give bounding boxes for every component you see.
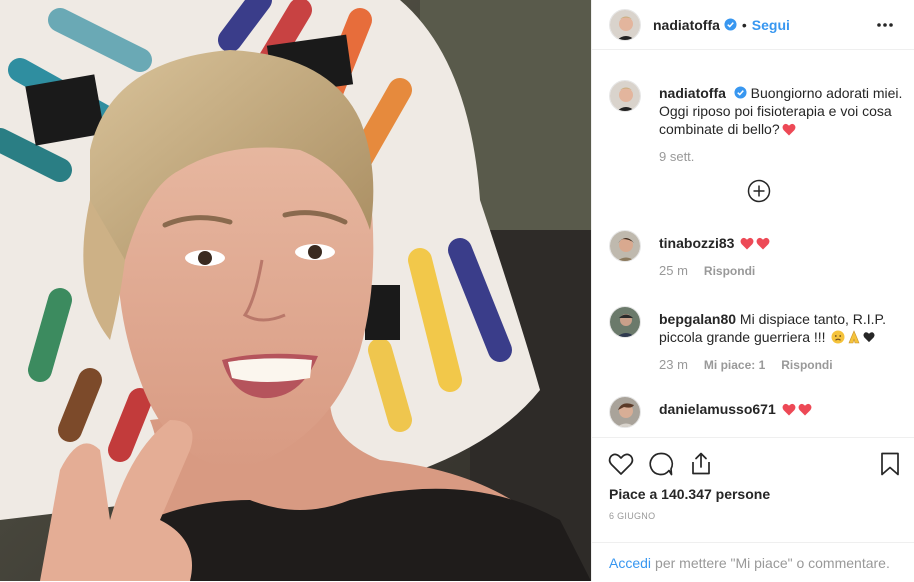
heart-emoji [740, 237, 754, 250]
heart-outline-icon[interactable] [607, 450, 635, 478]
comments-list[interactable]: nadiatoffa Buongiorno adorati miei. Oggi… [592, 62, 914, 436]
post-photo[interactable] [0, 0, 591, 581]
likes-count[interactable]: Piace a 140.347 persone [609, 486, 770, 502]
commenter-avatar-image [610, 307, 640, 337]
commenter-avatar-image [610, 231, 640, 261]
author-username[interactable]: nadiatoffa [653, 17, 720, 33]
post-date[interactable]: 6 GIUGNO [609, 511, 655, 521]
heart-emoji [756, 237, 770, 250]
author-avatar-image [610, 81, 640, 111]
plus-circle-icon[interactable] [747, 179, 771, 203]
comment-time[interactable]: 25 m [659, 262, 688, 280]
comment-item: tinabozzi83 25 m Rispondi [609, 230, 904, 280]
bookmark-icon[interactable] [876, 450, 904, 478]
share-icon[interactable] [687, 450, 715, 478]
caption-username[interactable]: nadiatoffa [659, 85, 726, 101]
caption-time[interactable]: 9 sett. [659, 148, 694, 166]
author-avatar-image [610, 9, 640, 40]
avatar[interactable] [609, 80, 641, 112]
instagram-post: nadiatoffa • Segui nadiatoffa Buongiorno… [0, 0, 914, 581]
separator-dot: • [741, 16, 747, 33]
folded-hands-emoji [847, 330, 861, 344]
avatar[interactable] [609, 230, 641, 262]
post-header: nadiatoffa • Segui [592, 0, 914, 50]
heart-emoji [798, 403, 812, 416]
comment-item: bepgalan80 Mi dispiace tanto, R.I.P. pic… [609, 306, 904, 374]
comment-item: danielamusso671 [609, 396, 904, 428]
post-side-panel: nadiatoffa • Segui nadiatoffa Buongiorno… [591, 0, 914, 581]
heart-emoji [782, 123, 796, 136]
black-heart-emoji [863, 329, 875, 343]
verified-badge-icon [734, 86, 747, 99]
post-actions: Piace a 140.347 persone 6 GIUGNO Accedi … [592, 437, 914, 581]
sad-face-emoji [831, 330, 845, 344]
avatar[interactable] [609, 306, 641, 338]
add-comment-text: per mettere "Mi piace" o commentare. [655, 554, 890, 571]
comment-time[interactable]: 23 m [659, 356, 688, 374]
comment-username[interactable]: tinabozzi83 [659, 235, 734, 251]
caption: nadiatoffa Buongiorno adorati miei. Oggi… [609, 80, 904, 166]
verified-badge-icon [724, 18, 737, 31]
more-options-icon[interactable] [875, 15, 895, 35]
add-comment-bar: Accedi per mettere "Mi piace" o commenta… [592, 542, 914, 582]
heart-emoji [782, 403, 796, 416]
comment-username[interactable]: danielamusso671 [659, 401, 776, 417]
avatar[interactable] [609, 396, 641, 428]
follow-button[interactable]: Segui [752, 17, 790, 33]
comment-icon[interactable] [647, 450, 675, 478]
reply-button[interactable]: Rispondi [781, 356, 832, 374]
selfie-photo [0, 0, 591, 581]
avatar[interactable] [609, 8, 641, 41]
reply-button[interactable]: Rispondi [704, 262, 755, 280]
commenter-avatar-image [610, 397, 640, 427]
comment-likes-count[interactable]: Mi piace: 1 [704, 356, 765, 374]
comment-username[interactable]: bepgalan80 [659, 311, 736, 327]
login-link[interactable]: Accedi [609, 555, 651, 571]
